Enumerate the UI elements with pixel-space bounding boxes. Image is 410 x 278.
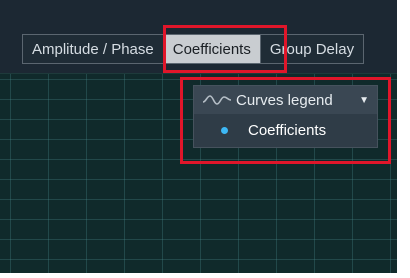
tab-coefficients[interactable]: Coefficients [163,35,261,63]
view-tabs: Amplitude / Phase Coefficients Group Del… [22,34,365,64]
plot-top-border [0,73,397,74]
tab-amplitude-phase[interactable]: Amplitude / Phase [23,35,164,63]
caret-down-icon: ▼ [359,94,369,106]
legend-item-coefficients[interactable]: Coefficients [194,114,377,147]
curves-legend-toggle[interactable]: Curves legend ▼ [194,86,377,114]
chart-panel: Amplitude / Phase Coefficients Group Del… [0,0,397,273]
tab-group-delay[interactable]: Group Delay [261,35,363,63]
waveform-icon [202,95,232,105]
series-dot-icon [221,127,228,134]
curves-legend: Curves legend ▼ Coefficients [193,85,378,148]
curves-legend-title: Curves legend [236,91,333,109]
screenshot-frame: Amplitude / Phase Coefficients Group Del… [0,0,410,278]
legend-item-label: Coefficients [248,122,327,139]
